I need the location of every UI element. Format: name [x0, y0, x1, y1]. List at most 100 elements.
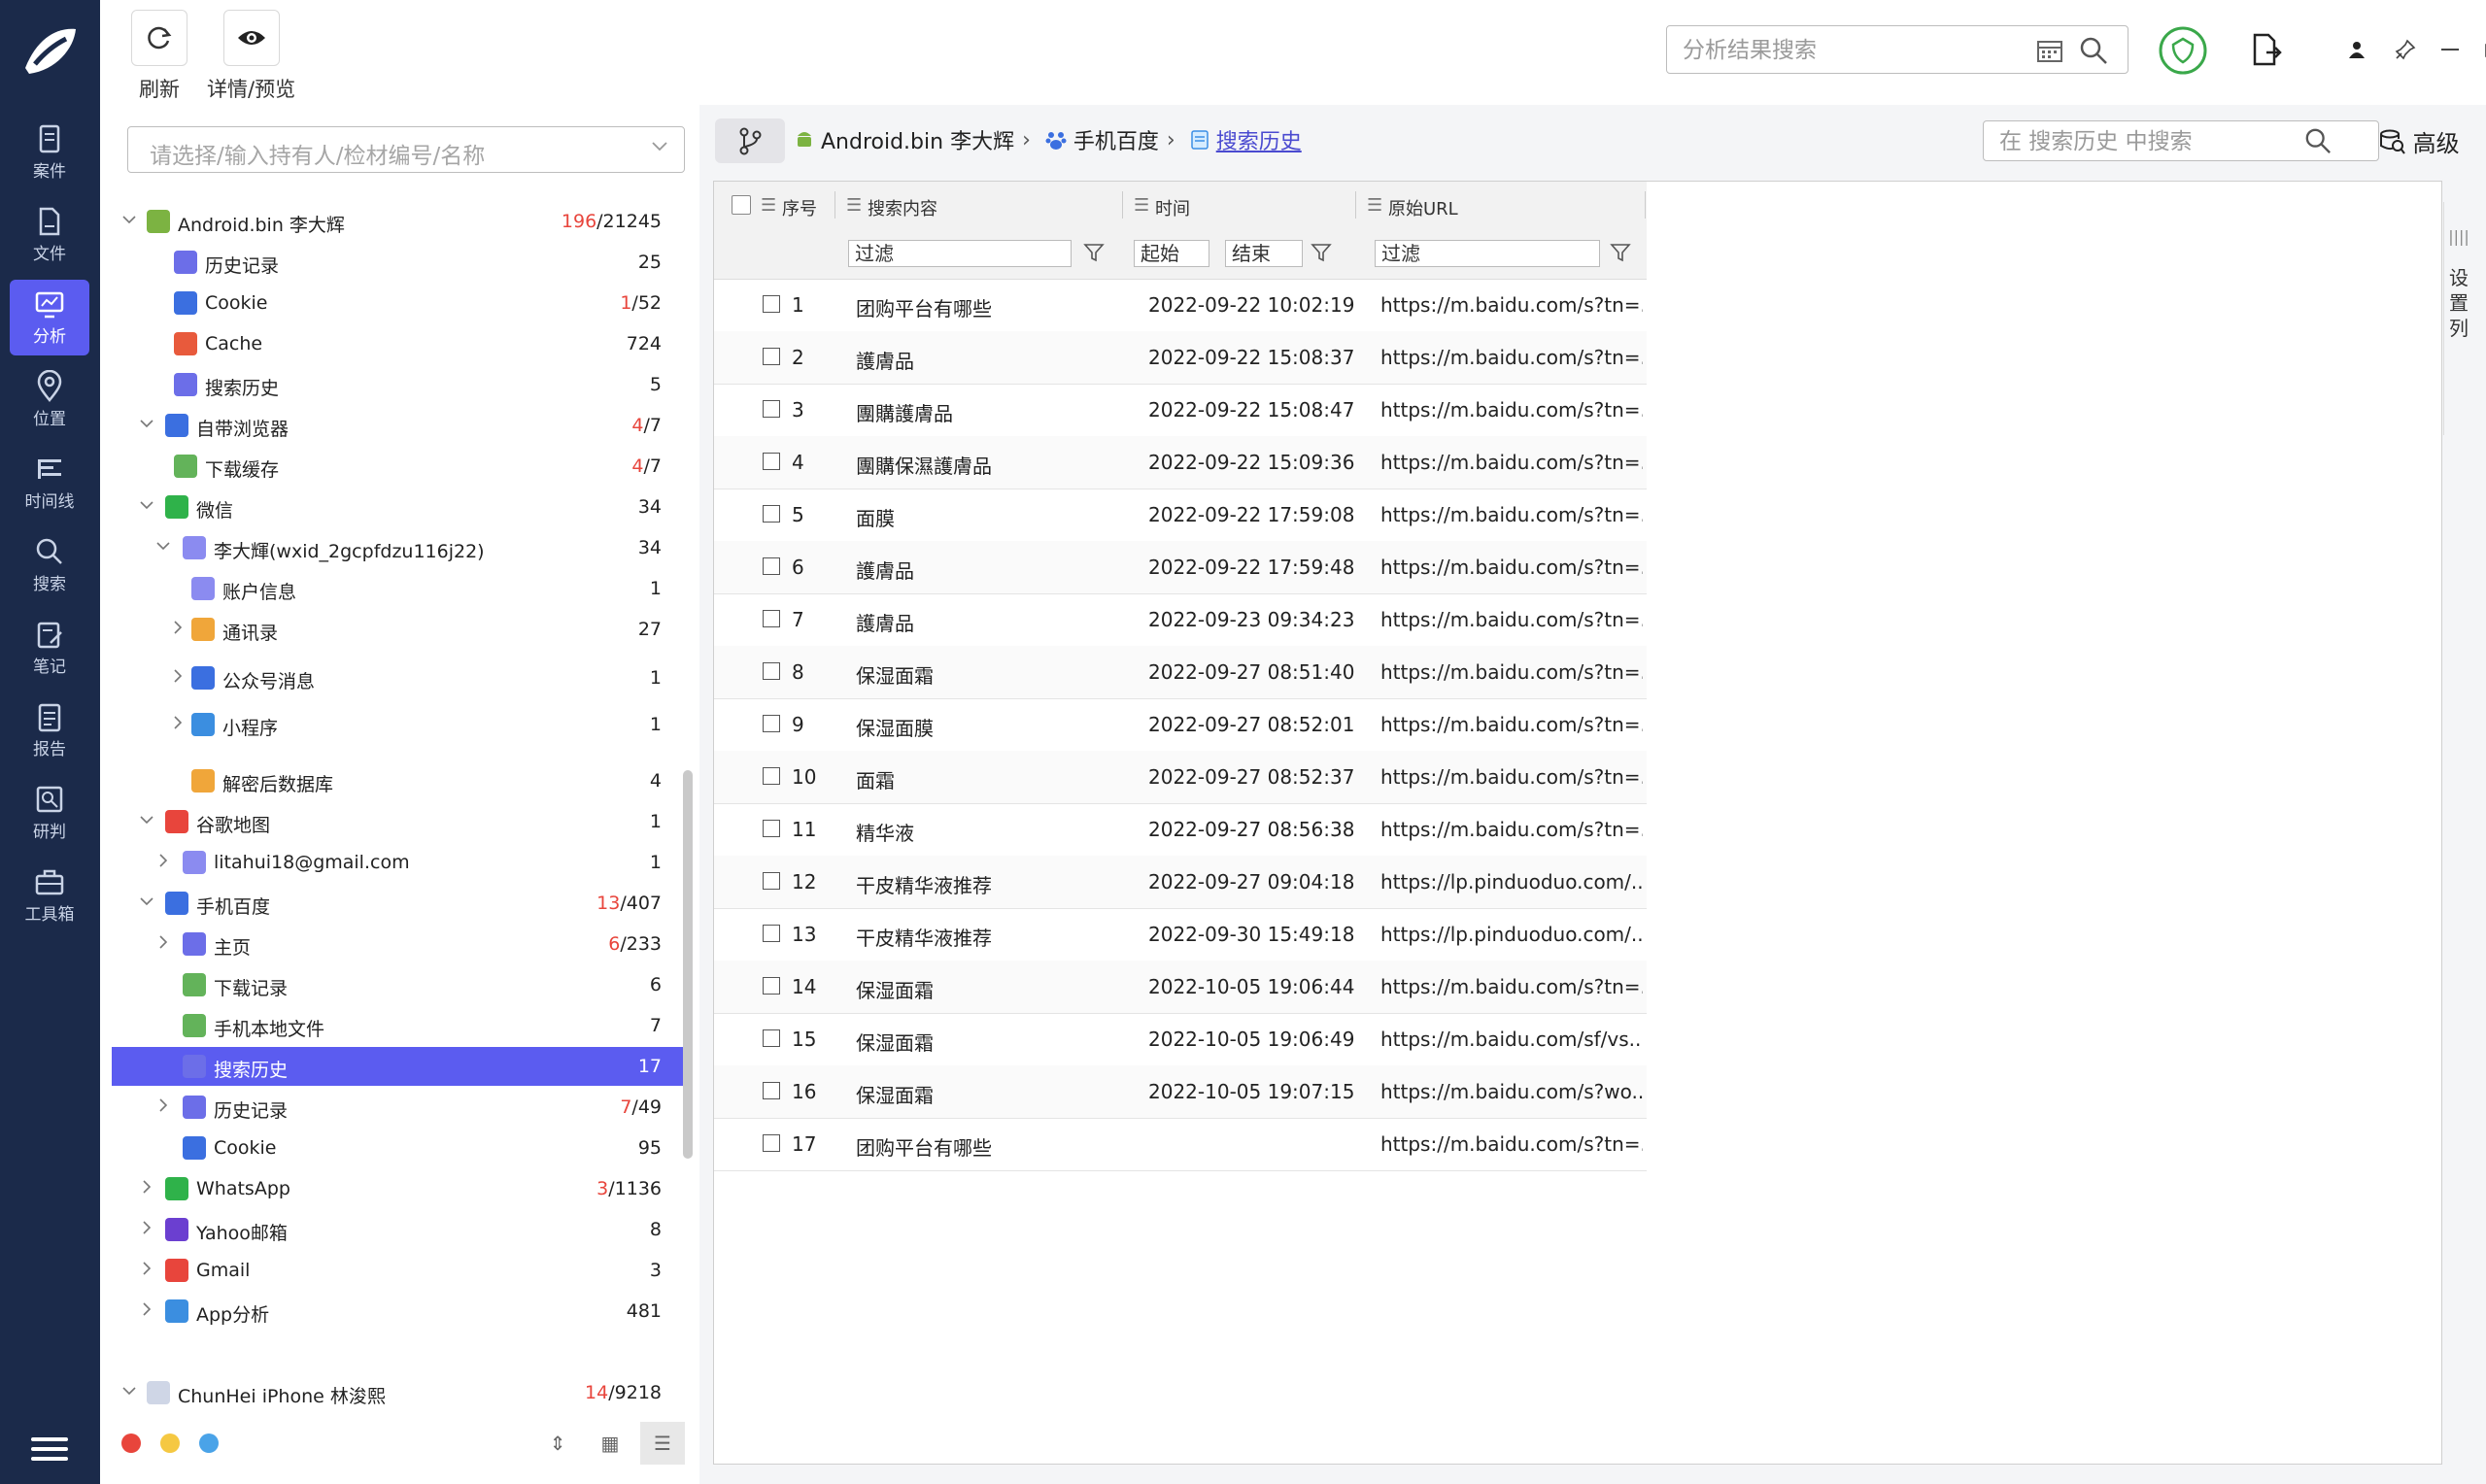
breadcrumb-item[interactable]: 手机百度: [1073, 124, 1159, 155]
tree-item[interactable]: Yahoo邮箱 8: [112, 1210, 691, 1249]
rail-item[interactable]: 文件: [10, 197, 89, 273]
column-header-index[interactable]: 序号: [782, 195, 817, 220]
table-row[interactable]: 15 保湿面霜 2022-10-05 19:06:49 https://m.baidu…: [714, 1013, 1647, 1066]
tree-item[interactable]: WhatsApp 3/1136: [112, 1169, 691, 1208]
tree-item[interactable]: 历史记录 7/49: [112, 1088, 691, 1127]
list-view-icon[interactable]: ☰: [640, 1422, 685, 1465]
advanced-search-button[interactable]: 高级: [2378, 124, 2460, 158]
evidence-filter-select[interactable]: 请选择/输入持有人/检材编号/名称: [127, 126, 685, 173]
inner-search-input[interactable]: [1997, 125, 2312, 158]
table-row[interactable]: 8 保湿面霜 2022-09-27 08:51:40 https://m.baidu.…: [714, 646, 1647, 699]
tree-item[interactable]: Cookie 95: [112, 1129, 691, 1167]
url-filter-input[interactable]: 过滤: [1375, 240, 1600, 267]
tree-item[interactable]: litahui18@gmail.com 1: [112, 843, 691, 882]
column-menu-icon[interactable]: ☰: [846, 195, 862, 216]
refresh-button[interactable]: 刷新: [131, 10, 187, 103]
table-row[interactable]: 9 保湿面膜 2022-09-27 08:52:01 https://m.baidu.…: [714, 698, 1647, 752]
chevron-right-icon[interactable]: [170, 715, 186, 730]
chevron-down-icon[interactable]: [155, 538, 171, 554]
chevron-down-icon[interactable]: [139, 894, 154, 909]
search-icon[interactable]: [2304, 127, 2332, 154]
chevron-down-icon[interactable]: [121, 1383, 137, 1399]
tree-item[interactable]: Gmail 3: [112, 1251, 691, 1290]
row-checkbox[interactable]: [763, 925, 780, 942]
table-row[interactable]: 14 保湿面霜 2022-10-05 19:06:44 https://m.baidu…: [714, 961, 1647, 1014]
chevron-right-icon[interactable]: [139, 1261, 154, 1276]
export-icon[interactable]: [2249, 33, 2282, 66]
end-time-input[interactable]: 结束: [1225, 240, 1303, 267]
rail-item[interactable]: 报告: [10, 692, 89, 768]
tree-item[interactable]: 微信 34: [112, 488, 691, 526]
query-filter-input[interactable]: 过滤: [848, 240, 1072, 267]
chevron-right-icon[interactable]: [155, 853, 171, 868]
grid-view-icon[interactable]: ▦: [588, 1422, 632, 1465]
tree-item[interactable]: App分析 481: [112, 1292, 691, 1331]
row-checkbox[interactable]: [763, 767, 780, 785]
tree-item[interactable]: 主页 6/233: [112, 925, 691, 963]
tree-item[interactable]: 账户信息 1: [112, 569, 691, 608]
filter-icon[interactable]: [1311, 242, 1332, 263]
chevron-right-icon[interactable]: [139, 1220, 154, 1235]
row-checkbox[interactable]: [763, 453, 780, 470]
row-checkbox[interactable]: [763, 400, 780, 418]
start-time-input[interactable]: 起始: [1134, 240, 1209, 267]
table-row[interactable]: 2 護膚品 2022-09-22 15:08:37 https://m.baidu.c…: [714, 331, 1647, 385]
row-checkbox[interactable]: [763, 348, 780, 365]
chevron-right-icon[interactable]: [155, 934, 171, 950]
column-header-time[interactable]: 时间: [1155, 195, 1190, 220]
tree-item[interactable]: 通讯录 27: [112, 610, 691, 649]
table-row[interactable]: 6 護膚品 2022-09-22 17:59:48 https://m.baidu.c…: [714, 541, 1647, 594]
branch-button[interactable]: [715, 118, 785, 163]
pin-icon[interactable]: [2395, 39, 2416, 60]
row-checkbox[interactable]: [763, 820, 780, 837]
tree-item[interactable]: 谷歌地图 1: [112, 802, 691, 841]
tree-item[interactable]: Android.bin 李大辉 196/21245: [112, 202, 691, 241]
row-checkbox[interactable]: [763, 1134, 780, 1152]
analysis-search-input[interactable]: [1681, 34, 2034, 67]
breadcrumb-item[interactable]: Android.bin 李大辉: [821, 124, 1014, 155]
rail-item[interactable]: 搜索: [10, 527, 89, 603]
yellow-dot[interactable]: [160, 1433, 180, 1453]
table-row[interactable]: 13 干皮精华液推荐 2022-09-30 15:49:18 https://lp.p…: [714, 908, 1647, 961]
tree-item[interactable]: 小程序 1: [112, 705, 691, 744]
user-icon[interactable]: [2348, 41, 2366, 58]
row-checkbox[interactable]: [763, 557, 780, 575]
analysis-search-box[interactable]: [1666, 25, 2128, 74]
tree-item[interactable]: 下载缓存 4/7: [112, 447, 691, 486]
table-row[interactable]: 3 團購護膚品 2022-09-22 15:08:47 https://m.baidu…: [714, 384, 1647, 437]
rail-item[interactable]: 分析: [10, 280, 89, 355]
blue-dot[interactable]: [199, 1433, 219, 1453]
table-row[interactable]: 4 團購保濕護膚品 2022-09-22 15:09:36 https://m.bai…: [714, 436, 1647, 489]
row-checkbox[interactable]: [763, 715, 780, 732]
row-checkbox[interactable]: [763, 1082, 780, 1099]
tree-item[interactable]: Cookie 1/52: [112, 284, 691, 322]
chevron-down-icon[interactable]: [139, 812, 154, 827]
red-dot[interactable]: [121, 1433, 141, 1453]
chevron-right-icon[interactable]: [139, 1301, 154, 1317]
tree-item[interactable]: 历史记录 25: [112, 243, 691, 282]
tree-item[interactable]: 搜索历史 5: [112, 365, 691, 404]
row-checkbox[interactable]: [763, 505, 780, 523]
rail-item[interactable]: 案件: [10, 115, 89, 190]
shield-check-icon[interactable]: [2158, 25, 2208, 76]
table-row[interactable]: 5 面膜 2022-09-22 17:59:08 https://m.baidu.co…: [714, 489, 1647, 542]
chevron-down-icon[interactable]: [121, 212, 137, 227]
row-checkbox[interactable]: [763, 1029, 780, 1047]
inner-search-box[interactable]: [1983, 120, 2379, 161]
table-row[interactable]: 10 面霜 2022-09-27 08:52:37 https://m.baidu.c…: [714, 751, 1647, 804]
chevron-down-icon[interactable]: [139, 497, 154, 513]
column-menu-icon[interactable]: ☰: [761, 195, 776, 216]
menu-icon[interactable]: [31, 1437, 68, 1467]
minimize-icon[interactable]: [2441, 49, 2459, 51]
column-header-query[interactable]: 搜索内容: [868, 195, 937, 220]
rail-item[interactable]: 位置: [10, 362, 89, 438]
row-checkbox[interactable]: [763, 295, 780, 313]
tree-item[interactable]: 下载记录 6: [112, 965, 691, 1004]
tree-item[interactable]: 手机百度 13/407: [112, 884, 691, 923]
column-menu-icon[interactable]: ☰: [1134, 195, 1149, 216]
row-checkbox[interactable]: [763, 977, 780, 995]
rail-item[interactable]: 工具箱: [10, 858, 89, 933]
tree-scrollbar[interactable]: [683, 770, 693, 1159]
column-menu-icon[interactable]: ☰: [1367, 195, 1382, 216]
preview-button[interactable]: 详情/预览: [207, 10, 295, 103]
